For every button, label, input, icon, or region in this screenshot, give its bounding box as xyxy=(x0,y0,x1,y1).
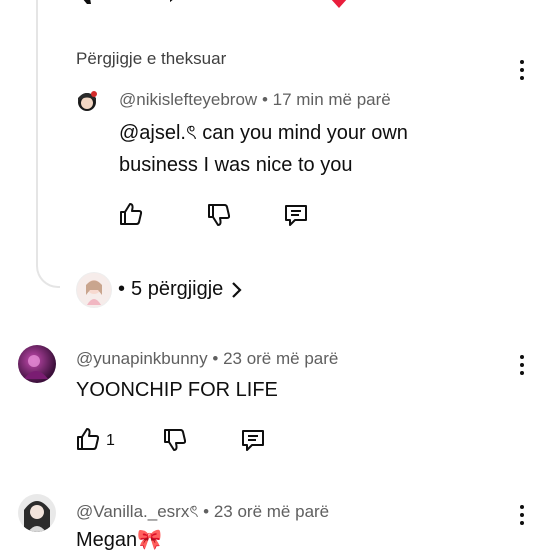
dislike-icon[interactable] xyxy=(76,0,102,6)
show-replies-button[interactable]: • 5 përgjigje xyxy=(118,278,243,301)
reply-icon[interactable] xyxy=(240,0,264,6)
avatar xyxy=(76,272,112,308)
timestamp: 23 orë më parë xyxy=(213,502,330,521)
comment-meta: @yunapinkbunny • 23 orë më parë xyxy=(76,349,338,369)
author-name[interactable]: @yunapinkbunny xyxy=(76,349,208,368)
like-count: 1 xyxy=(106,432,115,449)
meta-separator: • xyxy=(261,90,273,109)
more-options-icon[interactable] xyxy=(520,505,524,529)
avatar[interactable] xyxy=(18,345,56,383)
bullet: • xyxy=(118,278,126,300)
heart-icon[interactable] xyxy=(328,0,350,10)
dislike-icon[interactable] xyxy=(206,202,232,228)
meta-separator: • xyxy=(203,502,214,521)
avatar[interactable] xyxy=(18,494,56,532)
comment-text: YOONCHIP FOR LIFE xyxy=(76,379,278,401)
comment-meta: @Vanilla._esrxৎ • 23 orë më parë xyxy=(76,499,329,527)
dislike-icon[interactable] xyxy=(162,427,188,453)
avatar[interactable] xyxy=(74,88,100,114)
meta-separator: • xyxy=(212,349,224,368)
comment-text: Megan🎀 xyxy=(76,529,163,551)
comment-text: @ajsel.ৎ can you mind your own business … xyxy=(119,122,408,176)
author-name[interactable]: @nikislefteyebrow xyxy=(119,90,257,109)
replies-count-label: 5 përgjigje xyxy=(131,278,224,300)
chevron-right-icon xyxy=(229,280,243,300)
like-icon[interactable] xyxy=(118,201,144,227)
comment-meta: @nikislefteyebrow • 17 min më parë xyxy=(119,90,391,110)
reply-icon[interactable] xyxy=(283,202,309,228)
like-icon[interactable] xyxy=(75,426,101,452)
more-options-icon[interactable] xyxy=(520,60,524,84)
timestamp: 23 orë më parë xyxy=(223,349,339,368)
reply-icon[interactable] xyxy=(165,0,187,6)
more-options-icon[interactable] xyxy=(520,355,524,379)
reply-icon[interactable] xyxy=(240,427,266,453)
timestamp: 17 min më parë xyxy=(272,90,391,109)
author-name[interactable]: @Vanilla._esrxৎ xyxy=(76,502,198,521)
pinned-reply-header: Përgjigje e theksuar xyxy=(76,49,227,68)
thread-connector xyxy=(36,0,60,288)
